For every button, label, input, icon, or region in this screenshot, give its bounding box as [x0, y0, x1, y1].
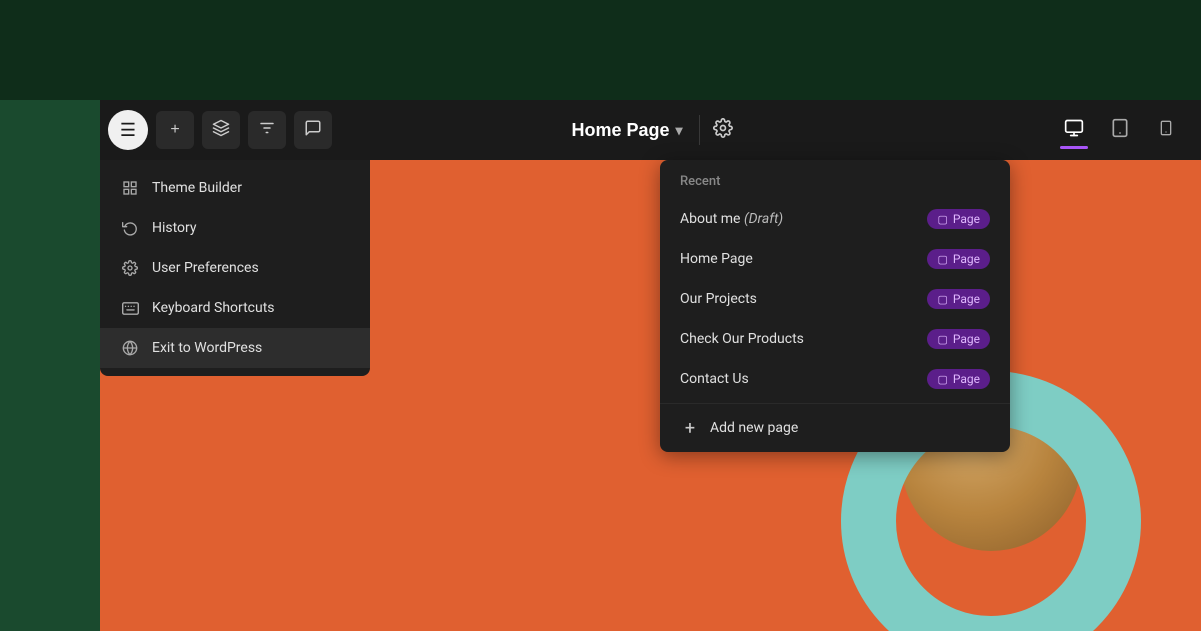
menu-item-keyboard-shortcuts[interactable]: Keyboard Shortcuts [100, 288, 370, 328]
add-button[interactable]: + [156, 111, 194, 149]
page-badge: ▢ Page [927, 369, 990, 389]
page-doc-icon: ▢ [937, 213, 947, 226]
hamburger-button[interactable]: ☰ [108, 110, 148, 150]
menu-item-history[interactable]: History [100, 208, 370, 248]
mobile-icon [1158, 118, 1174, 143]
hamburger-icon: ☰ [120, 120, 136, 141]
page-badge: ▢ Page [927, 249, 990, 269]
menu-item-theme-builder[interactable]: Theme Builder [100, 168, 370, 208]
menu-item-label: Exit to WordPress [152, 340, 262, 356]
mobile-view-button[interactable] [1147, 111, 1185, 149]
toolbar: ☰ + [100, 100, 1201, 160]
badge-label: Page [953, 252, 980, 266]
page-badge: ▢ Page [927, 329, 990, 349]
menu-item-label: History [152, 220, 197, 236]
badge-label: Page [953, 332, 980, 346]
recent-header: Recent [660, 160, 1010, 199]
grid-icon [120, 178, 140, 198]
gear-icon [713, 118, 733, 143]
chevron-down-icon: ▾ [676, 122, 683, 139]
page-title-text: Home Page [571, 120, 669, 141]
recent-item-name: Home Page [680, 251, 753, 267]
badge-label: Page [953, 212, 980, 226]
menu-item-label: Keyboard Shortcuts [152, 300, 275, 316]
recent-item-name: Our Projects [680, 291, 757, 307]
recent-item-contact-us[interactable]: Contact Us ▢ Page [660, 359, 1010, 399]
add-new-page-button[interactable]: + Add new page [660, 403, 1010, 452]
wordpress-icon [120, 338, 140, 358]
keyboard-icon [120, 298, 140, 318]
draft-label: (Draft) [744, 211, 783, 227]
add-new-page-label: Add new page [710, 420, 798, 436]
menu-item-user-preferences[interactable]: User Preferences [100, 248, 370, 288]
gear-button[interactable] [704, 111, 742, 149]
recent-item-name: Check Our Products [680, 331, 804, 347]
page-doc-icon: ▢ [937, 253, 947, 266]
toolbar-left: ☰ + [100, 110, 332, 150]
recent-item-our-projects[interactable]: Our Projects ▢ Page [660, 279, 1010, 319]
desktop-icon [1064, 118, 1084, 143]
page-doc-icon: ▢ [937, 373, 947, 386]
layers-button[interactable] [202, 111, 240, 149]
plus-icon: + [680, 418, 700, 438]
page-title-button[interactable]: Home Page ▾ [559, 112, 694, 149]
sliders-icon [120, 258, 140, 278]
toolbar-divider [699, 115, 700, 145]
recent-item-name: About me (Draft) [680, 211, 783, 227]
recent-dropdown: Recent About me (Draft) ▢ Page Home Page… [660, 160, 1010, 452]
page-doc-icon: ▢ [937, 293, 947, 306]
comments-icon [304, 119, 322, 142]
page-doc-icon: ▢ [937, 333, 947, 346]
menu-item-exit-wordpress[interactable]: Exit to WordPress [100, 328, 370, 368]
toolbar-center: Home Page ▾ [559, 111, 741, 149]
recent-item-about-me[interactable]: About me (Draft) ▢ Page [660, 199, 1010, 239]
settings-filter-icon [258, 119, 276, 142]
page-badge: ▢ Page [927, 209, 990, 229]
recent-item-check-our-products[interactable]: Check Our Products ▢ Page [660, 319, 1010, 359]
settings-filter-button[interactable] [248, 111, 286, 149]
outer-top-bar [0, 0, 1201, 100]
add-icon: + [170, 121, 179, 139]
toolbar-right [1055, 111, 1201, 149]
badge-label: Page [953, 292, 980, 306]
desktop-view-button[interactable] [1055, 111, 1093, 149]
comments-button[interactable] [294, 111, 332, 149]
page-badge: ▢ Page [927, 289, 990, 309]
menu-item-label: User Preferences [152, 260, 259, 276]
recent-item-name: Contact Us [680, 371, 749, 387]
menu-item-label: Theme Builder [152, 180, 242, 196]
tablet-icon [1110, 118, 1130, 143]
side-menu: Theme Builder History User Preferences [100, 160, 370, 376]
tablet-view-button[interactable] [1101, 111, 1139, 149]
badge-label: Page [953, 372, 980, 386]
editor-wrapper: ☰ + [100, 100, 1201, 631]
recent-item-home-page[interactable]: Home Page ▢ Page [660, 239, 1010, 279]
layers-icon [212, 119, 230, 142]
history-icon [120, 218, 140, 238]
